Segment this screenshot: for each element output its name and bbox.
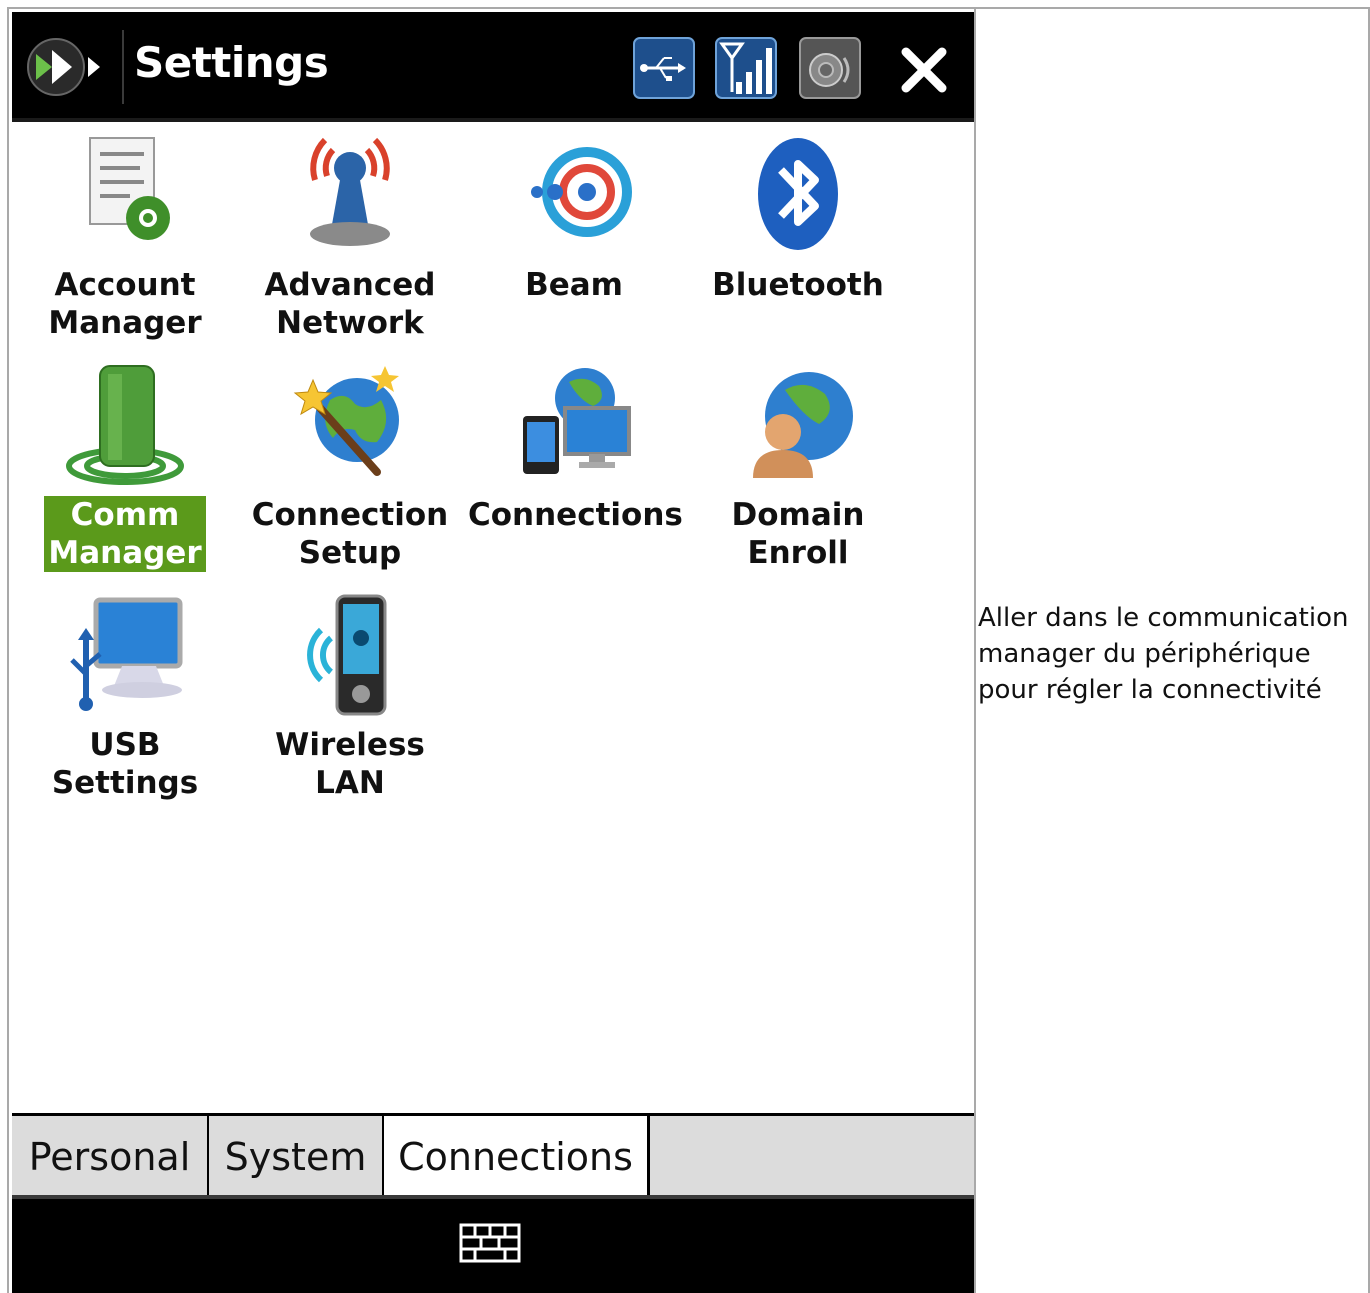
settings-item-account-manager[interactable]: Account Manager: [15, 130, 235, 342]
screenshot-cell: Settings Account Manager Advanced Networ…: [7, 7, 976, 1293]
advanced-network-icon: [310, 137, 390, 246]
keyboard-icon[interactable]: [459, 1223, 521, 1263]
usb-connection-icon[interactable]: [632, 36, 696, 100]
device-screen: Settings Account Manager Advanced Networ…: [12, 12, 974, 1293]
settings-item-connection-setup[interactable]: Connection Setup: [240, 360, 460, 572]
settings-item-bluetooth[interactable]: Bluetooth: [688, 130, 908, 304]
settings-item-comm-manager[interactable]: Comm Manager: [15, 360, 235, 572]
tab-connections[interactable]: Connections: [384, 1113, 650, 1198]
title-bar: Settings: [12, 12, 974, 122]
table-frame: Settings Account Manager Advanced Networ…: [0, 0, 1370, 1293]
start-menu-icon[interactable]: [22, 32, 108, 102]
instruction-text: Aller dans le communication manager du p…: [978, 603, 1349, 705]
settings-item-advanced-network[interactable]: Advanced Network: [240, 130, 460, 342]
comm-manager-icon: [66, 365, 184, 485]
connection-setup-icon: [293, 366, 399, 476]
usb-settings-icon: [70, 597, 183, 711]
page-title: Settings: [134, 38, 329, 87]
item-label: Beam: [525, 267, 623, 303]
item-label: Advanced Network: [264, 267, 436, 341]
beam-icon: [531, 147, 632, 237]
settings-item-wireless-lan[interactable]: Wireless LAN: [240, 590, 460, 802]
settings-tab-bar: Personal System Connections: [12, 1113, 974, 1198]
connections-icon: [523, 368, 631, 474]
item-label: Comm Manager: [44, 496, 206, 572]
settings-item-domain-enroll[interactable]: Domain Enroll: [688, 360, 908, 572]
tab-system[interactable]: System: [209, 1116, 384, 1198]
domain-enroll-icon: [753, 372, 853, 478]
wireless-lan-icon: [307, 594, 387, 716]
tab-personal[interactable]: Personal: [12, 1116, 209, 1198]
title-separator: [122, 30, 124, 104]
item-label: Connections: [468, 497, 683, 533]
settings-item-beam[interactable]: Beam: [464, 130, 684, 304]
item-label: Domain Enroll: [731, 497, 865, 571]
settings-grid: Account Manager Advanced Network Beam Bl…: [12, 124, 974, 1114]
signal-strength-icon[interactable]: [714, 36, 778, 100]
settings-item-usb-settings[interactable]: USB Settings: [15, 590, 235, 802]
item-label: Bluetooth: [712, 267, 884, 303]
item-label: Wireless LAN: [275, 727, 425, 801]
account-manager-icon: [89, 137, 170, 240]
item-label: USB Settings: [51, 727, 199, 801]
item-label: Account Manager: [48, 267, 202, 341]
bluetooth-icon: [758, 138, 838, 250]
bottom-menu-bar: [12, 1195, 974, 1293]
close-icon[interactable]: [894, 40, 954, 100]
settings-item-connections[interactable]: Connections: [464, 360, 684, 534]
speaker-icon[interactable]: [798, 36, 862, 100]
item-label: Connection Setup: [251, 497, 449, 571]
